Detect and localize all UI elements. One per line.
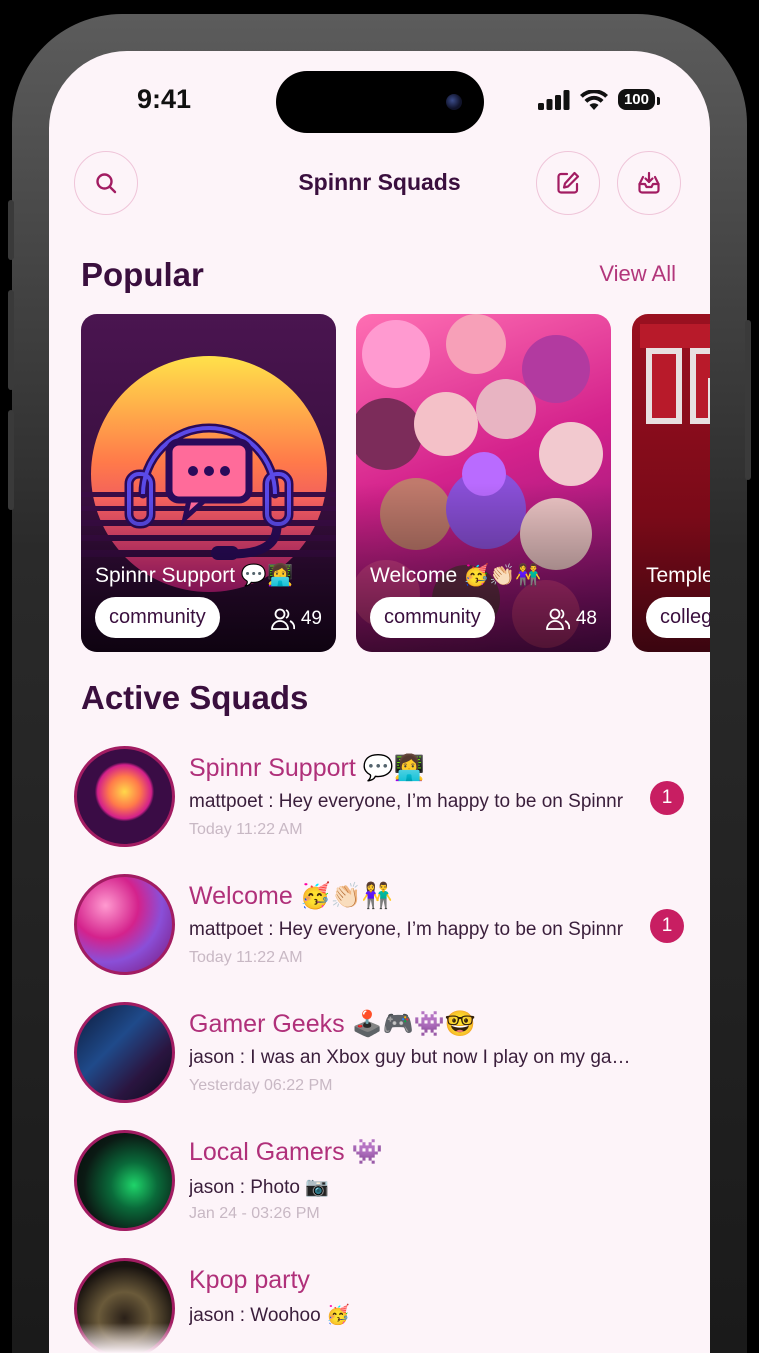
squad-name: Welcome 🥳👏🏻👫: [189, 882, 394, 910]
popular-card[interactable]: Temple college: [632, 314, 710, 652]
app-screen: 9:41 100 Spinnr Squads Popular View All …: [49, 51, 710, 1353]
popular-section-title: Popular: [81, 256, 204, 293]
inbox-button[interactable]: [617, 151, 681, 215]
card-title: Welcome 🥳👏🏻👫: [370, 564, 542, 587]
unread-badge: 1: [650, 781, 684, 815]
squad-list-item[interactable]: Welcome 🥳👏🏻👫 mattpoet : Hey everyone, I’…: [74, 874, 684, 984]
side-button: [8, 200, 14, 260]
card-title: Temple: [646, 564, 710, 587]
inbox-icon: [638, 171, 660, 194]
squad-list-item[interactable]: Local Gamers 👾 jason : Photo 📷 Jan 24 - …: [74, 1130, 684, 1240]
squad-list-item[interactable]: Gamer Geeks 🕹️🎮👾🤓 jason : I was an Xbox …: [74, 1002, 684, 1112]
squad-list-item[interactable]: Spinnr Support 💬👩‍💻 mattpoet : Hey every…: [74, 746, 684, 856]
wifi-icon: [579, 89, 608, 110]
card-tag: community: [370, 597, 495, 638]
squad-name: Kpop party: [189, 1266, 310, 1294]
battery-indicator: 100: [617, 89, 661, 110]
card-tag: community: [95, 597, 220, 638]
compose-icon: [557, 171, 580, 194]
status-time: 9:41: [137, 84, 192, 114]
squad-timestamp: Jan 24 - 03:26 PM: [189, 1205, 320, 1222]
squad-last-message: jason : Photo 📷: [189, 1177, 329, 1198]
card-title: Spinnr Support 💬👩‍💻: [95, 564, 294, 587]
card-tag: college: [646, 597, 710, 638]
page-title: Spinnr Squads: [298, 169, 461, 195]
signal-icon: [537, 89, 570, 110]
popular-card[interactable]: Spinnr Support 💬👩‍💻 community 49: [81, 314, 336, 652]
side-button: [745, 320, 751, 480]
camera-icon: [446, 94, 462, 110]
member-count: 48: [575, 608, 597, 629]
squad-avatar: [74, 1130, 175, 1231]
squad-name: Local Gamers 👾: [189, 1138, 383, 1166]
members-icon: [545, 608, 570, 630]
dynamic-island: [276, 71, 484, 133]
unread-badge: 1: [650, 909, 684, 943]
squad-last-message: mattpoet : Hey everyone, I’m happy to be…: [189, 919, 624, 940]
bottom-fade: [49, 1323, 710, 1353]
squad-last-message: mattpoet : Hey everyone, I’m happy to be…: [189, 791, 624, 812]
squad-name: Gamer Geeks 🕹️🎮👾🤓: [189, 1010, 477, 1038]
squad-timestamp: Yesterday 06:22 PM: [189, 1077, 333, 1094]
card-members: 49: [270, 608, 322, 630]
squad-timestamp: Today 11:22 AM: [189, 949, 303, 966]
view-all-link[interactable]: View All: [599, 261, 676, 287]
card-members: 48: [545, 608, 597, 630]
side-button: [8, 410, 14, 510]
members-icon: [270, 608, 295, 630]
member-count: 49: [300, 608, 322, 629]
squad-name: Spinnr Support 💬👩‍💻: [189, 754, 425, 782]
squad-avatar: [74, 1002, 175, 1103]
squad-avatar: [74, 746, 175, 847]
compose-button[interactable]: [536, 151, 600, 215]
active-section-title: Active Squads: [81, 679, 309, 716]
squad-timestamp: Today 11:22 AM: [189, 821, 303, 838]
squad-avatar: [74, 874, 175, 975]
squad-last-message: jason : I was an Xbox guy but now I play…: [189, 1047, 639, 1068]
side-button: [8, 290, 14, 390]
popular-card[interactable]: Welcome 🥳👏🏻👫 community 48: [356, 314, 611, 652]
status-icons: 100: [537, 89, 661, 110]
